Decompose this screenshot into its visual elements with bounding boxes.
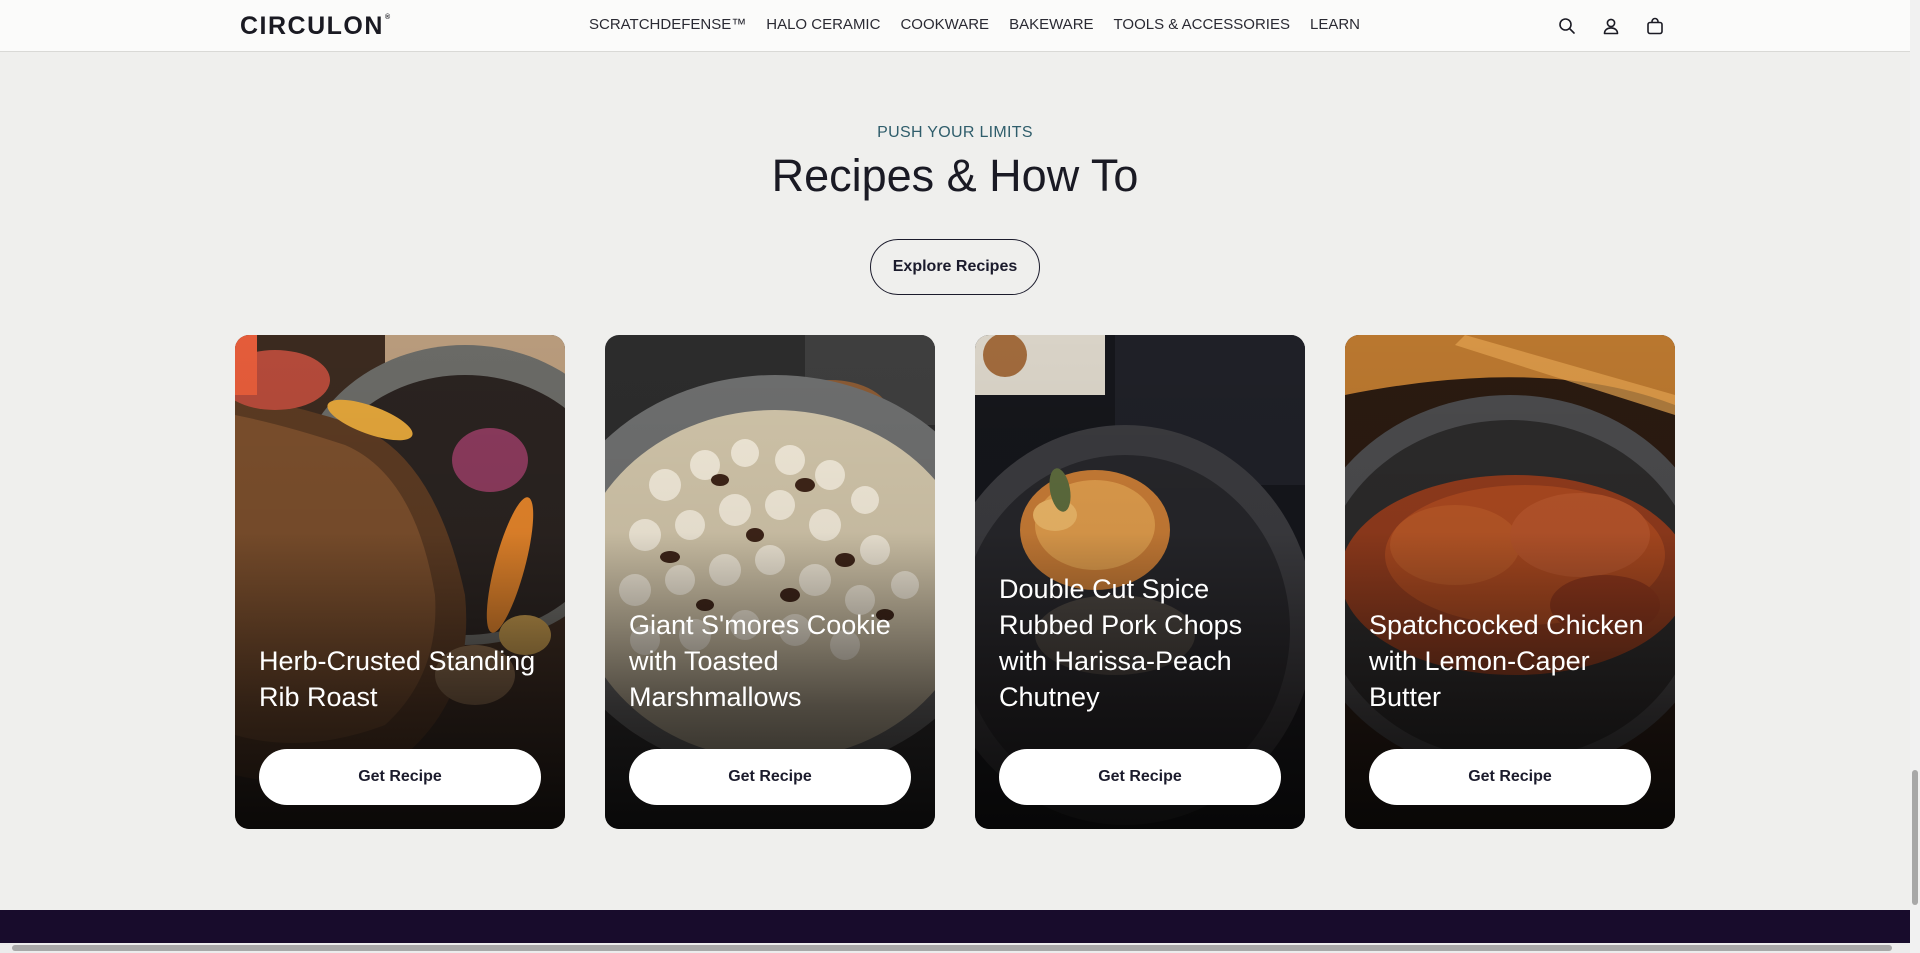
recipe-title: Double Cut Spice Rubbed Pork Chops with … [999,574,1243,712]
search-icon[interactable] [1555,14,1579,38]
logo-registered-mark: ® [384,14,392,21]
logo-text: CIRCULON [240,12,384,40]
get-recipe-button[interactable]: Get Recipe [629,749,911,805]
nav-halo-ceramic[interactable]: HALO CERAMIC [756,14,890,35]
get-recipe-button[interactable]: Get Recipe [999,749,1281,805]
scrollbar-thumb[interactable] [12,945,1892,951]
nav-scratchdefense[interactable]: SCRATCHDEFENSE™ [589,14,756,35]
recipe-title: Giant S'mores Cookie with Toasted Marshm… [629,610,891,712]
nav-learn[interactable]: LEARN [1300,14,1370,35]
nav-tools-accessories[interactable]: TOOLS & ACCESSORIES [1104,14,1300,35]
get-recipe-button[interactable]: Get Recipe [1369,749,1651,805]
site-header: CIRCULON® SCRATCHDEFENSE™ HALO CERAMIC C… [0,0,1910,52]
nav-cookware[interactable]: COOKWARE [890,14,999,35]
vertical-scrollbar[interactable] [1910,0,1920,953]
recipe-card[interactable]: Herb-Crusted Standing Rib Roast Get Reci… [235,335,565,829]
scrollbar-thumb[interactable] [1912,770,1918,905]
horizontal-scrollbar[interactable] [0,943,1910,953]
get-recipe-button[interactable]: Get Recipe [259,749,541,805]
section-eyebrow: PUSH YOUR LIMITS [877,124,1033,141]
recipe-title: Herb-Crusted Standing Rib Roast [259,646,536,712]
recipe-title: Spatchcocked Chicken with Lemon-Caper Bu… [1369,610,1644,712]
recipe-card[interactable]: Spatchcocked Chicken with Lemon-Caper Bu… [1345,335,1675,829]
explore-recipes-button[interactable]: Explore Recipes [870,239,1040,295]
cart-icon[interactable] [1643,14,1667,38]
account-icon[interactable] [1599,14,1623,38]
recipe-card[interactable]: Giant S'mores Cookie with Toasted Marshm… [605,335,935,829]
circulon-logo[interactable]: CIRCULON® [240,12,391,41]
nav-bakeware[interactable]: BAKEWARE [999,14,1103,35]
recipe-card[interactable]: Double Cut Spice Rubbed Pork Chops with … [975,335,1305,829]
header-icons [1555,14,1667,38]
section-title: Recipes & How To [771,150,1139,201]
main-nav: SCRATCHDEFENSE™ HALO CERAMIC COOKWARE BA… [589,14,1370,35]
